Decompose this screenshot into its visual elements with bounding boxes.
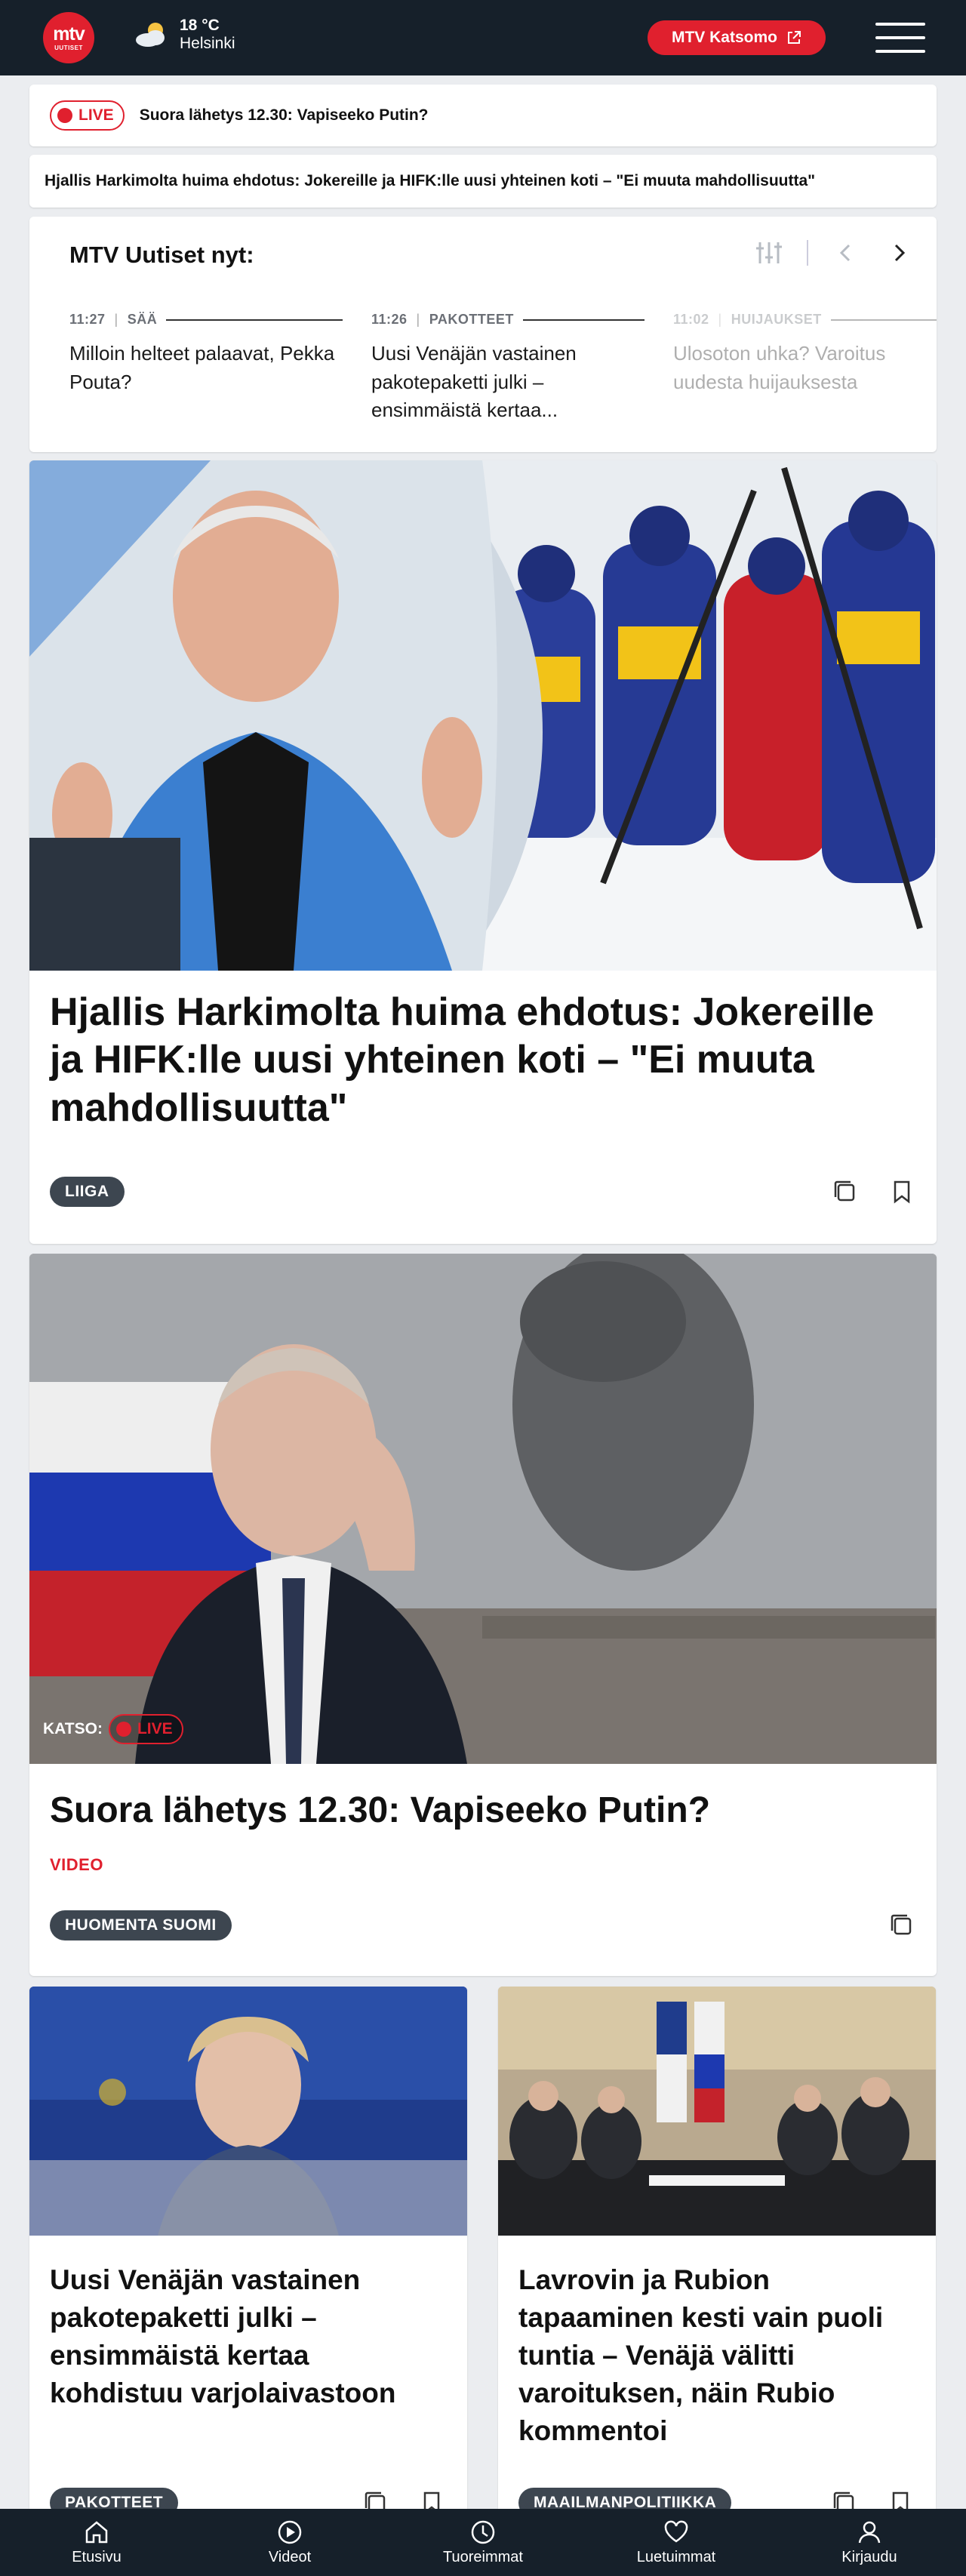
watch-live-label[interactable]: KATSO: LIVE [43, 1714, 183, 1744]
mtv-katsomo-button[interactable]: MTV Katsomo [648, 20, 826, 55]
news-now-section: MTV Uutiset nyt: 11:27 | SÄÄ Milloin helte… [29, 217, 937, 452]
heart-icon [664, 2520, 688, 2543]
mtv-uutiset-logo[interactable]: mtv UUTISET [43, 12, 94, 63]
nav-label: Videot [268, 2549, 312, 2565]
live-dot-icon [115, 1722, 131, 1737]
headline-ticker[interactable]: Hjallis Harkimolta huima ehdotus: Jokere… [29, 155, 937, 208]
item-category: PAKOTTEET [429, 312, 514, 327]
item-time: 11:26 [371, 312, 408, 327]
logo-subtext: UUTISET [54, 44, 83, 51]
article-tag[interactable]: LIIGA [50, 1177, 125, 1207]
news-feed-item[interactable]: 11:02 | HUIJAUKSET Ulosoton uhka? Varoitus… [673, 312, 937, 425]
nav-login[interactable]: Kirjaudu [773, 2509, 966, 2576]
nav-label: Etusivu [72, 2549, 122, 2565]
live-banner-title: Suora lähetys 12.30: Vapiseeko Putin? [139, 106, 429, 124]
news-feed-item[interactable]: 11:27 | SÄÄ Milloin helteet palaavat, Pekk… [69, 312, 343, 425]
article-title[interactable]: Lavrovin ja Rubion tapaaminen kesti vain… [518, 2261, 918, 2450]
live-badge: LIVE [50, 100, 125, 131]
bottom-navigation: Etusivu Videot Tuoreimmat Luetuimmat Kir… [0, 2509, 966, 2576]
live-badge: LIVE [108, 1714, 183, 1744]
play-icon [278, 2520, 302, 2544]
article-image [29, 460, 937, 971]
clock-icon [471, 2520, 495, 2544]
weather-city: Helsinki [180, 35, 235, 53]
chevron-right-icon[interactable] [884, 238, 914, 268]
nav-label: Luetuimmat [636, 2549, 716, 2565]
item-title: Ulosoton uhka? Varoitus uudesta huijauks… [673, 342, 886, 393]
article-card[interactable]: Hjallis Harkimolta huima ehdotus: Jokere… [29, 460, 937, 1244]
chevron-left-icon[interactable] [831, 238, 861, 268]
partly-cloudy-icon [136, 23, 165, 48]
katso-text: KATSO: [43, 1720, 103, 1737]
news-feed-item[interactable]: 11:26 | PAKOTTEET Uusi Venäjän vastainen p… [371, 312, 645, 425]
hamburger-icon[interactable] [875, 23, 925, 53]
filter-sliders-icon[interactable] [754, 238, 784, 268]
item-category: SÄÄ [127, 312, 158, 327]
divider [807, 240, 808, 266]
nav-videos[interactable]: Videot [193, 2509, 386, 2576]
item-time: 11:27 [69, 312, 106, 327]
article-photo [498, 1987, 936, 2236]
item-title: Milloin helteet palaavat, Pekka Pouta? [69, 342, 335, 393]
article-card-small[interactable]: Lavrovin ja Rubion tapaaminen kesti vain… [498, 1987, 936, 2530]
ticker-text: Hjallis Harkimolta huima ehdotus: Jokere… [45, 172, 816, 189]
article-image [498, 1987, 936, 2236]
logo-text: mtv [53, 23, 85, 45]
news-now-heading: MTV Uutiset nyt: [69, 242, 254, 268]
article-photo [29, 1987, 467, 2236]
item-time: 11:02 [673, 312, 709, 327]
article-title[interactable]: Hjallis Harkimolta huima ehdotus: Jokere… [50, 989, 910, 1132]
article-photo [29, 460, 937, 971]
article-card[interactable]: KATSO: LIVE Suora lähetys 12.30: Vapisee… [29, 1254, 937, 1976]
nav-home[interactable]: Etusivu [0, 2509, 193, 2576]
article-image [29, 1254, 937, 1764]
article-image [29, 1987, 467, 2236]
article-card-small[interactable]: Uusi Venäjän vastainen pakotepaketti jul… [29, 1987, 467, 2530]
nav-label: Tuoreimmat [443, 2549, 523, 2565]
news-feed: 11:27 | SÄÄ Milloin helteet palaavat, Pekk… [69, 312, 937, 425]
top-header: mtv UUTISET 18 °C Helsinki MTV Katsomo [0, 0, 966, 75]
weather-temperature: 18 °C [180, 17, 220, 34]
weather-widget[interactable]: 18 °C Helsinki [133, 17, 235, 53]
home-icon [85, 2521, 108, 2544]
video-label: VIDEO [50, 1855, 103, 1874]
nav-most-read[interactable]: Luetuimmat [580, 2509, 773, 2576]
article-title[interactable]: Uusi Venäjän vastainen pakotepaketti jul… [50, 2261, 450, 2412]
item-title: Uusi Venäjän vastainen pakotepaketti jul… [371, 342, 577, 422]
bookmark-icon[interactable] [886, 1176, 918, 1208]
article-tag[interactable]: HUOMENTA SUOMI [50, 1910, 232, 1940]
live-dot-icon [57, 108, 72, 123]
katsomo-label: MTV Katsomo [671, 29, 777, 46]
nav-label: Kirjaudu [841, 2549, 897, 2565]
live-banner[interactable]: LIVE Suora lähetys 12.30: Vapiseeko Puti… [29, 85, 937, 146]
copy-icon[interactable] [829, 1176, 861, 1208]
article-photo [29, 1254, 937, 1764]
nav-latest[interactable]: Tuoreimmat [386, 2509, 580, 2576]
copy-icon[interactable] [886, 1910, 918, 1941]
item-category: HUIJAUKSET [731, 312, 822, 327]
article-title[interactable]: Suora lähetys 12.30: Vapiseeko Putin? [50, 1790, 710, 1831]
external-link-icon [788, 31, 801, 44]
user-icon [858, 2521, 881, 2544]
